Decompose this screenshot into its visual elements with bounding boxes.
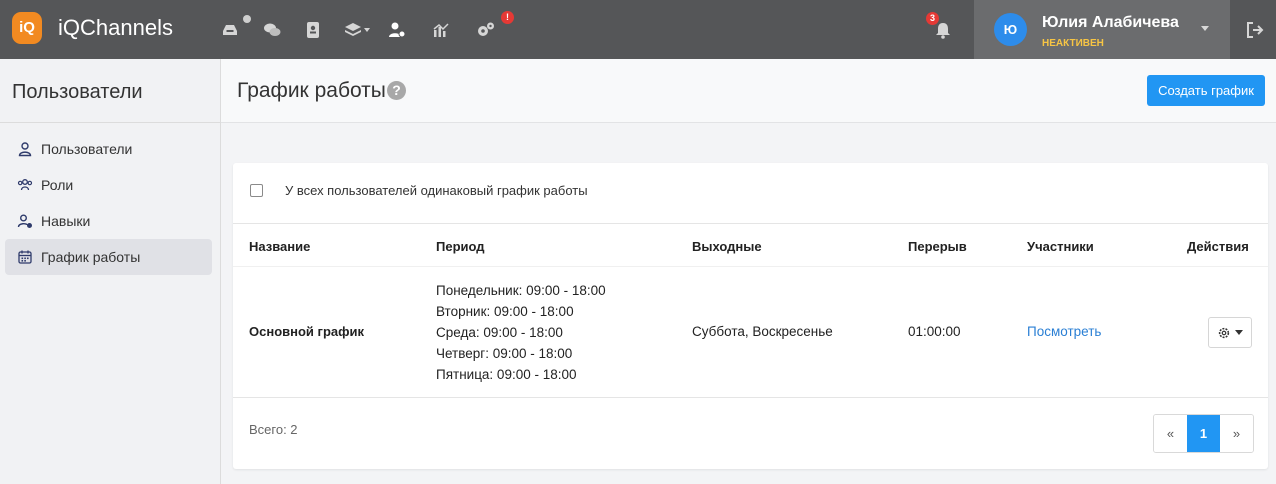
create-schedule-button[interactable]: Создать график [1147,75,1265,106]
column-header-break: Перерыв [908,239,967,254]
logout-icon[interactable] [1244,19,1266,41]
page-header: График работы ? Создать график [221,59,1276,123]
user-name[interactable]: Юлия Алабичева [1042,14,1179,32]
sidebar-item-skills[interactable]: Навыки [5,203,212,239]
help-icon[interactable]: ? [387,81,406,100]
sidebar-item-schedule[interactable]: График работы [5,239,212,275]
schedule-name: Основной график [249,324,364,339]
user-status: НЕАКТИВЕН [1042,38,1104,49]
chevron-down-icon [1235,330,1243,335]
inbox-indicator-dot [243,15,251,23]
pagination: « 1 » [1153,414,1254,453]
inbox-icon[interactable] [218,18,242,42]
contacts-book-icon[interactable] [301,18,325,42]
avatar[interactable]: Ю [994,13,1027,46]
sidebar-title: Пользователи [12,81,143,103]
sidebar-divider [0,122,220,123]
settings-alert-badge: ! [501,11,514,24]
column-header-members: Участники [1027,239,1094,254]
divider [233,266,1268,267]
period-line: Среда: 09:00 - 18:00 [436,325,563,340]
layers-chevron-down-icon[interactable] [362,18,372,42]
same-schedule-label[interactable]: У всех пользователей одинаковый график р… [285,183,588,198]
sidebar-item-label: Роли [41,177,74,193]
app-logo[interactable]: iQ [12,12,42,44]
users-settings-icon[interactable] [385,18,409,42]
column-header-period: Период [436,239,485,254]
period-line: Пятница: 09:00 - 18:00 [436,367,577,382]
schedule-break: 01:00:00 [908,324,961,339]
row-actions-button[interactable] [1208,317,1252,348]
total-count: Всего: 2 [249,422,298,437]
settings-gears-icon[interactable] [474,18,498,42]
sidebar-item-label: График работы [41,249,141,265]
sidebar: Пользователи Пользователи Роли Навыки Гр… [0,59,221,484]
sidebar-item-label: Навыки [41,213,91,229]
gear-icon [1218,327,1230,338]
same-schedule-checkbox[interactable] [250,184,263,197]
sidebar-item-roles[interactable]: Роли [5,167,212,203]
pagination-next[interactable]: » [1220,415,1253,452]
page-title: График работы [237,79,386,102]
period-line: Четверг: 09:00 - 18:00 [436,346,573,361]
pagination-prev[interactable]: « [1154,415,1187,452]
app-name[interactable]: iQChannels [58,15,173,41]
pagination-current-page[interactable]: 1 [1187,415,1220,452]
period-line: Вторник: 09:00 - 18:00 [436,304,574,319]
chat-icon[interactable] [260,18,284,42]
divider [233,223,1268,224]
column-header-days-off: Выходные [692,239,762,254]
user-menu-chevron-down-icon[interactable] [1201,26,1209,31]
analytics-chart-icon[interactable] [429,18,453,42]
calendar-icon [18,250,32,264]
user-icon [18,142,32,157]
column-header-actions: Действия [1187,239,1249,254]
users-group-icon [17,179,33,191]
notifications-count-badge: 3 [926,12,939,25]
column-header-name: Название [249,239,311,254]
sidebar-item-users[interactable]: Пользователи [5,131,212,167]
user-skill-icon [17,214,32,228]
schedule-card: У всех пользователей одинаковый график р… [233,163,1268,469]
schedule-period: Понедельник: 09:00 - 18:00 Вторник: 09:0… [436,280,606,385]
period-line: Понедельник: 09:00 - 18:00 [436,283,606,298]
schedule-days-off: Суббота, Воскресенье [692,324,833,339]
view-members-link[interactable]: Посмотреть [1027,324,1101,339]
divider [233,397,1268,398]
sidebar-item-label: Пользователи [41,141,133,157]
top-navbar: iQ iQChannels ! 3 Ю Юлия Алабичева НЕАКТ… [0,0,1276,59]
